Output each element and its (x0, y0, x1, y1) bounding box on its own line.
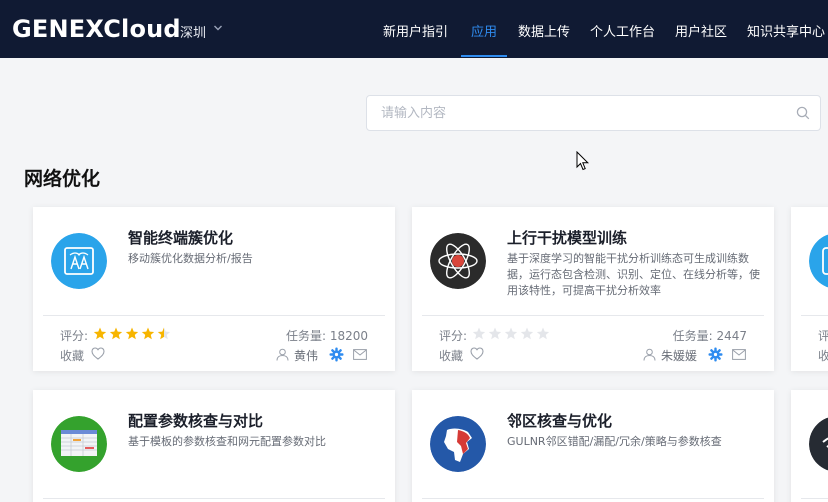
app-icon-partial (809, 233, 828, 289)
card-description: 移动簇优化数据分析/报告 (128, 252, 253, 265)
divider (422, 315, 764, 316)
favorite-label[interactable]: 收藏 (439, 347, 463, 364)
favorite-label[interactable]: 收藏 (60, 347, 84, 364)
nav-knowledge-center[interactable]: 知识共享中心 (747, 21, 825, 40)
star-icon (520, 327, 534, 340)
app-card-partial[interactable] (791, 390, 828, 502)
mouse-cursor-icon (576, 151, 590, 171)
mail-icon[interactable] (353, 349, 367, 360)
atom-icon (430, 233, 486, 289)
antenna-icon (51, 233, 107, 289)
card-title[interactable]: 智能终端簇优化 (128, 227, 233, 248)
card-description: GULNR邻区错配/漏配/冗余/策略与参数核查 (507, 435, 722, 448)
search-input[interactable] (367, 96, 787, 130)
star-icon (536, 327, 550, 340)
app-card[interactable]: 配置参数核查与对比 基于模板的参数核查和网元配置参数对比 (33, 390, 395, 502)
search-icon[interactable] (796, 106, 810, 120)
gear-icon[interactable] (329, 347, 344, 362)
star-icon (93, 327, 107, 340)
nav-community[interactable]: 用户社区 (675, 21, 727, 40)
star-icon (488, 327, 502, 340)
author-name[interactable]: 朱媛媛 (661, 347, 697, 364)
nav-workspace[interactable]: 个人工作台 (590, 21, 655, 40)
star-rating (472, 327, 550, 340)
logo[interactable]: GENEXCloud (12, 15, 181, 43)
user-icon (643, 348, 656, 361)
table-icon (51, 416, 107, 472)
map-icon (430, 416, 486, 472)
nav-new-user-guide[interactable]: 新用户指引 (383, 21, 448, 40)
top-nav-bar: GENEXCloud 深圳 新用户指引 应用 数据上传 个人工作台 用户社区 知… (0, 0, 828, 58)
nav-apps[interactable]: 应用 (471, 21, 497, 40)
app-card[interactable]: 智能终端簇优化 移动簇优化数据分析/报告 评分: 任务量: 18200 收藏 黄… (33, 207, 395, 371)
wifi-icon (809, 416, 828, 472)
app-card-partial[interactable]: 评 收 (791, 207, 828, 371)
search-box (366, 95, 821, 131)
section-title: 网络优化 (24, 168, 101, 190)
star-icon (504, 327, 518, 340)
star-icon (157, 327, 171, 340)
rating-label: 评分: (439, 329, 468, 343)
star-icon (109, 327, 123, 340)
divider (43, 498, 385, 499)
card-description: 基于深度学习的智能干扰分析训练态可生成训练数据，运行态包含检测、识别、定位、在线… (507, 252, 760, 297)
divider (43, 315, 385, 316)
mail-icon[interactable] (732, 349, 746, 360)
star-rating (93, 327, 171, 340)
star-icon (141, 327, 155, 340)
app-card[interactable]: 邻区核查与优化 GULNR邻区错配/漏配/冗余/策略与参数核查 (412, 390, 774, 502)
divider (422, 498, 764, 499)
favorite-label-partial: 收 (818, 349, 828, 363)
app-card[interactable]: 上行干扰模型训练 基于深度学习的智能干扰分析训练态可生成训练数据，运行态包含检测… (412, 207, 774, 371)
city-selector[interactable]: 深圳 (180, 22, 206, 41)
author-name[interactable]: 黄伟 (294, 347, 318, 364)
nav-data-upload[interactable]: 数据上传 (518, 21, 570, 40)
task-count: 任务量: 18200 (285, 329, 368, 343)
heart-icon[interactable] (470, 347, 484, 360)
divider (801, 498, 828, 499)
card-title[interactable]: 配置参数核查与对比 (128, 410, 263, 431)
gear-icon[interactable] (708, 347, 723, 362)
card-description: 基于模板的参数核查和网元配置参数对比 (128, 435, 326, 448)
user-icon (276, 348, 289, 361)
divider (801, 315, 828, 316)
star-icon (125, 327, 139, 340)
card-title[interactable]: 上行干扰模型训练 (507, 227, 627, 248)
star-icon (472, 327, 486, 340)
heart-icon[interactable] (91, 347, 105, 360)
rating-label: 评分: (60, 329, 89, 343)
chevron-down-icon[interactable] (213, 23, 223, 33)
nav-active-underline (461, 55, 507, 57)
task-count: 任务量: 2447 (672, 329, 747, 343)
card-title[interactable]: 邻区核查与优化 (507, 410, 612, 431)
rating-label-partial: 评 (818, 329, 828, 343)
